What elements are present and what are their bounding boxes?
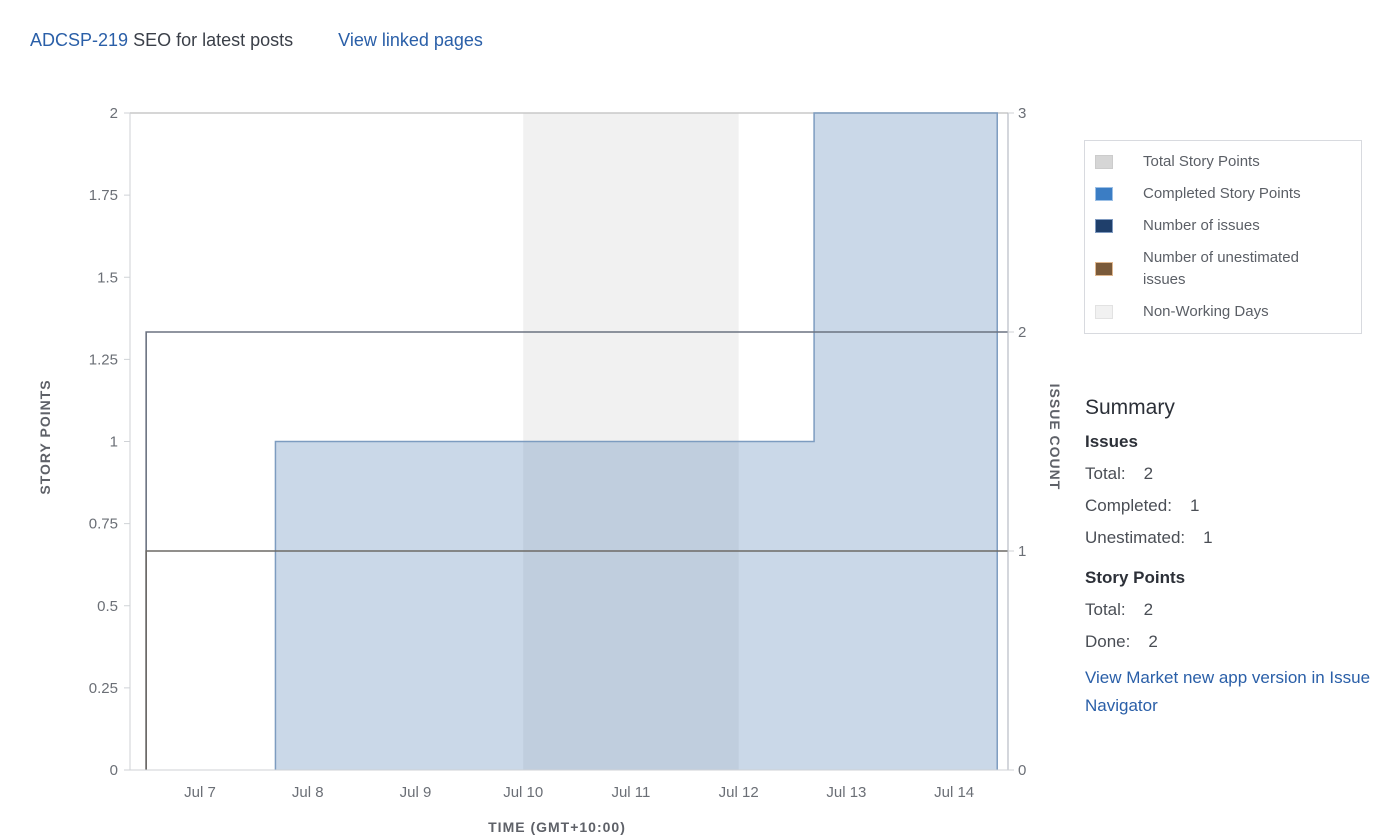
legend-item-unestimated-issues[interactable]: Number of unestimated issues: [1085, 243, 1361, 297]
y-tick-label: 1: [110, 434, 118, 451]
y-tick-label: 0.75: [89, 516, 118, 533]
legend-swatch: [1095, 262, 1113, 276]
issue-navigator-link[interactable]: View Market new app version in Issue Nav…: [1085, 664, 1375, 720]
x-tick-label: Jul 9: [400, 784, 432, 801]
y2-tick-label: 1: [1018, 543, 1026, 560]
y-tick-label: 1.25: [89, 351, 118, 368]
y-tick-label: 1.75: [89, 187, 118, 204]
issue-title: SEO for latest posts: [133, 30, 294, 50]
legend-swatch: [1095, 187, 1113, 201]
legend-swatch: [1095, 305, 1113, 319]
issue-key: ADCSP-219: [30, 30, 129, 50]
summary-panel: Summary Issues Total: 2 Completed: 1 Unest…: [1085, 396, 1375, 720]
header-links: ADCSP-219 SEO for latest posts View link…: [30, 30, 483, 51]
legend-swatch: [1095, 219, 1113, 233]
story-points-total-row: Total: 2: [1085, 600, 1375, 620]
stat-label: Completed:: [1085, 496, 1172, 515]
x-tick-label: Jul 12: [719, 784, 759, 801]
stat-value: 1: [1189, 496, 1200, 515]
story-points-done-row: Done: 2: [1085, 632, 1375, 652]
legend-label: Total Story Points: [1143, 153, 1260, 170]
stat-value: 2: [1143, 464, 1154, 483]
legend-item-completed-story-points[interactable]: Completed Story Points: [1085, 179, 1361, 211]
y-tick-label: 0.25: [89, 680, 118, 697]
y-tick-label: 0: [110, 762, 118, 779]
chart-legend: Total Story Points Completed Story Point…: [1084, 140, 1362, 334]
stat-label: Unestimated:: [1085, 528, 1186, 547]
x-tick-label: Jul 10: [503, 784, 543, 801]
x-tick-label: Jul 11: [611, 784, 650, 801]
legend-item-non-working-days[interactable]: Non-Working Days: [1085, 297, 1361, 329]
y2-tick-label: 2: [1018, 324, 1026, 341]
stat-label: Total:: [1085, 600, 1126, 619]
y2-axis-title: ISSUE COUNT: [1047, 384, 1063, 491]
issues-heading: Issues: [1085, 432, 1138, 451]
y2-tick-label: 0: [1018, 762, 1026, 779]
story-points-heading: Story Points: [1085, 568, 1186, 587]
y-tick-label: 0.5: [97, 598, 118, 615]
legend-item-total-story-points[interactable]: Total Story Points: [1085, 147, 1361, 179]
y-tick-label: 2: [110, 105, 118, 122]
legend-label: Non-Working Days: [1143, 303, 1269, 320]
y-tick-label: 1.5: [97, 269, 118, 286]
x-axis-title: TIME (GMT+10:00): [488, 819, 626, 835]
issues-unestimated-row: Unestimated: 1: [1085, 528, 1375, 548]
issues-completed-row: Completed: 1: [1085, 496, 1375, 516]
issues-total-row: Total: 2: [1085, 464, 1375, 484]
x-tick-label: Jul 14: [934, 784, 974, 801]
legend-swatch: [1095, 155, 1113, 169]
summary-title: Summary: [1085, 396, 1175, 419]
stat-label: Done:: [1085, 632, 1131, 651]
x-tick-label: Jul 8: [292, 784, 324, 801]
stat-label: Total:: [1085, 464, 1126, 483]
stat-value: 1: [1203, 528, 1213, 547]
issue-link[interactable]: ADCSP-219 SEO for latest posts: [30, 30, 293, 50]
x-tick-label: Jul 7: [184, 784, 216, 801]
legend-label: Number of unestimated issues: [1143, 249, 1299, 288]
y-axis-title: STORY POINTS: [37, 379, 53, 494]
version-report-chart: 0 0.25 0.5 0.75 1 1.25 1.5 1.75 2 0 1 2 3 Jul 7 Jul 8 J…: [37, 105, 1063, 835]
legend-label: Number of issues: [1143, 217, 1260, 234]
view-linked-pages-link[interactable]: View linked pages: [338, 30, 483, 50]
y2-tick-label: 3: [1018, 105, 1026, 122]
legend-item-number-of-issues[interactable]: Number of issues: [1085, 211, 1361, 243]
stat-value: 2: [1148, 632, 1158, 651]
stat-value: 2: [1143, 600, 1154, 619]
x-tick-label: Jul 13: [826, 784, 866, 801]
legend-label: Completed Story Points: [1143, 185, 1301, 202]
